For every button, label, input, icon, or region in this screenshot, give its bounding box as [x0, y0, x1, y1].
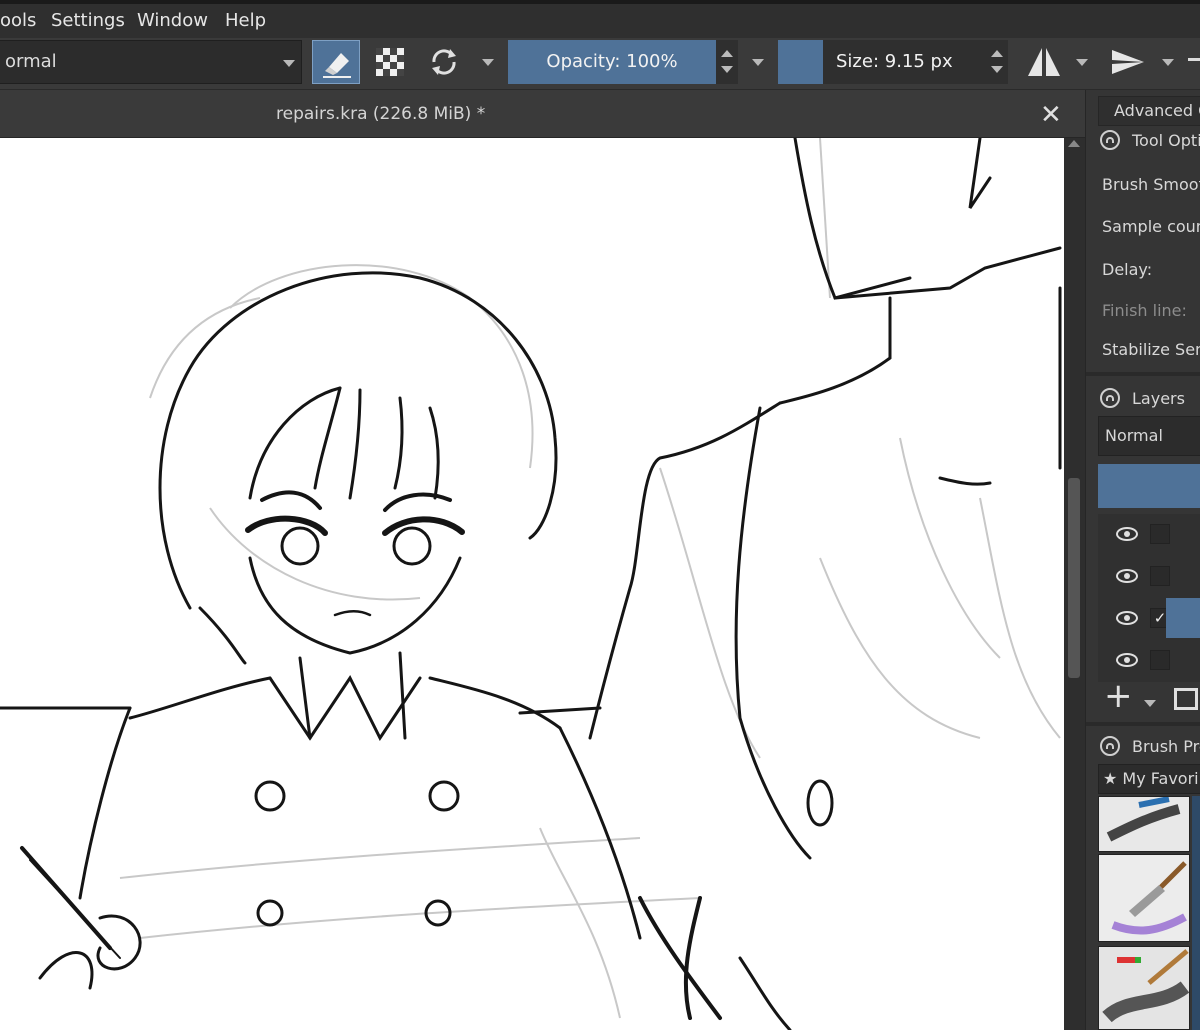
brush-preset-thumbnail[interactable] — [1098, 854, 1190, 942]
sketch-artwork — [0, 138, 1062, 1030]
close-icon[interactable]: ✕ — [1040, 100, 1062, 130]
lock-icon[interactable] — [1100, 130, 1120, 150]
menu-window[interactable]: Window — [137, 10, 208, 31]
size-spinner[interactable] — [986, 40, 1008, 84]
layer-checkbox[interactable] — [1150, 650, 1170, 670]
document-tab-bar: repairs.kra (226.8 MiB) * ✕ — [0, 90, 1085, 138]
stabilize-sensors-label: Stabilize Sen — [1102, 340, 1200, 359]
mirror-horizontal-icon — [1028, 48, 1060, 76]
brush-presets-title: Brush Pre — [1132, 737, 1200, 756]
reload-icon — [432, 49, 456, 75]
right-docker-panel: Advanced C Tool Opti Brush Smoot Sample … — [1085, 90, 1200, 1030]
size-slider[interactable]: Size: 9.15 px — [823, 40, 986, 84]
toolbar-overflow-icon[interactable] — [1188, 58, 1200, 61]
brush-preset-thumbnail[interactable] — [1098, 946, 1190, 1030]
panel-divider — [1086, 372, 1200, 376]
opacity-spinner[interactable] — [716, 40, 738, 84]
mirror-vertical-icon — [1112, 50, 1144, 74]
checkerboard-icon — [376, 48, 404, 76]
eye-icon[interactable] — [1116, 611, 1138, 625]
brush-smoothing-label: Brush Smoot — [1102, 175, 1200, 194]
chevron-down-icon — [283, 60, 295, 67]
menu-settings[interactable]: Settings — [51, 10, 125, 31]
chevron-down-icon[interactable] — [482, 59, 494, 66]
menu-help[interactable]: Help — [225, 10, 266, 31]
chevron-down-icon[interactable] — [1144, 700, 1156, 707]
document-tab-title[interactable]: repairs.kra (226.8 MiB) * — [276, 104, 485, 124]
spin-down-icon[interactable] — [991, 66, 1003, 73]
scroll-up-icon[interactable] — [1068, 140, 1080, 147]
layer-opacity-slider[interactable] — [1098, 464, 1200, 508]
layers-title: Layers — [1132, 389, 1185, 408]
advanced-color-selector-tab[interactable]: Advanced C — [1098, 96, 1200, 126]
size-slider-fill[interactable] — [778, 40, 823, 84]
spin-up-icon[interactable] — [991, 50, 1003, 57]
eraser-mode-button[interactable] — [312, 40, 360, 84]
panel-divider — [1086, 722, 1200, 726]
spin-up-icon[interactable] — [721, 50, 733, 57]
brush-preset-thumbnail-partial[interactable] — [1192, 796, 1200, 1030]
scroll-thumb[interactable] — [1068, 478, 1080, 678]
duplicate-layer-icon[interactable] — [1174, 688, 1198, 710]
lock-icon[interactable] — [1100, 736, 1120, 756]
preserve-alpha-button[interactable] — [366, 40, 414, 84]
layer-list: ✓ — [1098, 514, 1200, 682]
drawing-canvas[interactable] — [0, 138, 1064, 1030]
layer-row[interactable] — [1098, 514, 1200, 554]
eye-icon[interactable] — [1116, 527, 1138, 541]
sample-count-label: Sample coun — [1102, 217, 1200, 236]
menubar: ools Settings Window Help — [0, 0, 1200, 38]
blend-mode-select[interactable]: ormal — [0, 40, 302, 84]
brush-tag-value: ★ My Favori — [1103, 769, 1199, 788]
add-layer-icon[interactable]: + — [1104, 676, 1133, 716]
eye-icon[interactable] — [1116, 569, 1138, 583]
layer-row[interactable] — [1098, 640, 1200, 680]
chevron-down-icon[interactable] — [752, 59, 764, 66]
layer-blend-mode-value: Normal — [1105, 426, 1163, 445]
eraser-icon — [323, 53, 351, 78]
brush-tag-select[interactable]: ★ My Favori — [1098, 764, 1200, 794]
layer-checkbox[interactable] — [1150, 524, 1170, 544]
mirror-horizontal-button[interactable] — [1020, 40, 1068, 84]
palette-knife-icon — [1099, 855, 1189, 941]
eye-icon[interactable] — [1116, 653, 1138, 667]
blend-mode-value: ormal — [5, 51, 57, 72]
delay-label: Delay: — [1102, 260, 1153, 279]
menu-tools[interactable]: ools — [0, 10, 36, 31]
brush-preset-icon — [1099, 797, 1189, 851]
tool-options-title: Tool Opti — [1132, 131, 1200, 150]
chevron-down-icon[interactable] — [1076, 59, 1088, 66]
chevron-down-icon[interactable] — [1162, 59, 1174, 66]
tool-options-toolbar: ormal Opacity: 100% Size: 9.15 px — [0, 38, 1200, 90]
opacity-slider[interactable]: Opacity: 100% — [508, 40, 716, 84]
reload-preset-button[interactable] — [420, 40, 468, 84]
lock-icon[interactable] — [1100, 388, 1120, 408]
canvas-vertical-scrollbar[interactable] — [1064, 138, 1085, 1030]
layer-selection-highlight — [1166, 598, 1200, 638]
advanced-color-label: Advanced C — [1114, 101, 1200, 120]
spin-down-icon[interactable] — [721, 66, 733, 73]
finish-line-label: Finish line: — [1102, 301, 1187, 320]
paint-brush-icon — [1099, 947, 1189, 1029]
brush-preset-thumbnail[interactable] — [1098, 796, 1190, 852]
layer-checkbox[interactable] — [1150, 566, 1170, 586]
layer-row[interactable] — [1098, 556, 1200, 596]
layer-blend-mode-select[interactable]: Normal — [1098, 416, 1200, 456]
layer-row-selected[interactable]: ✓ — [1098, 598, 1200, 638]
mirror-vertical-button[interactable] — [1104, 40, 1152, 84]
